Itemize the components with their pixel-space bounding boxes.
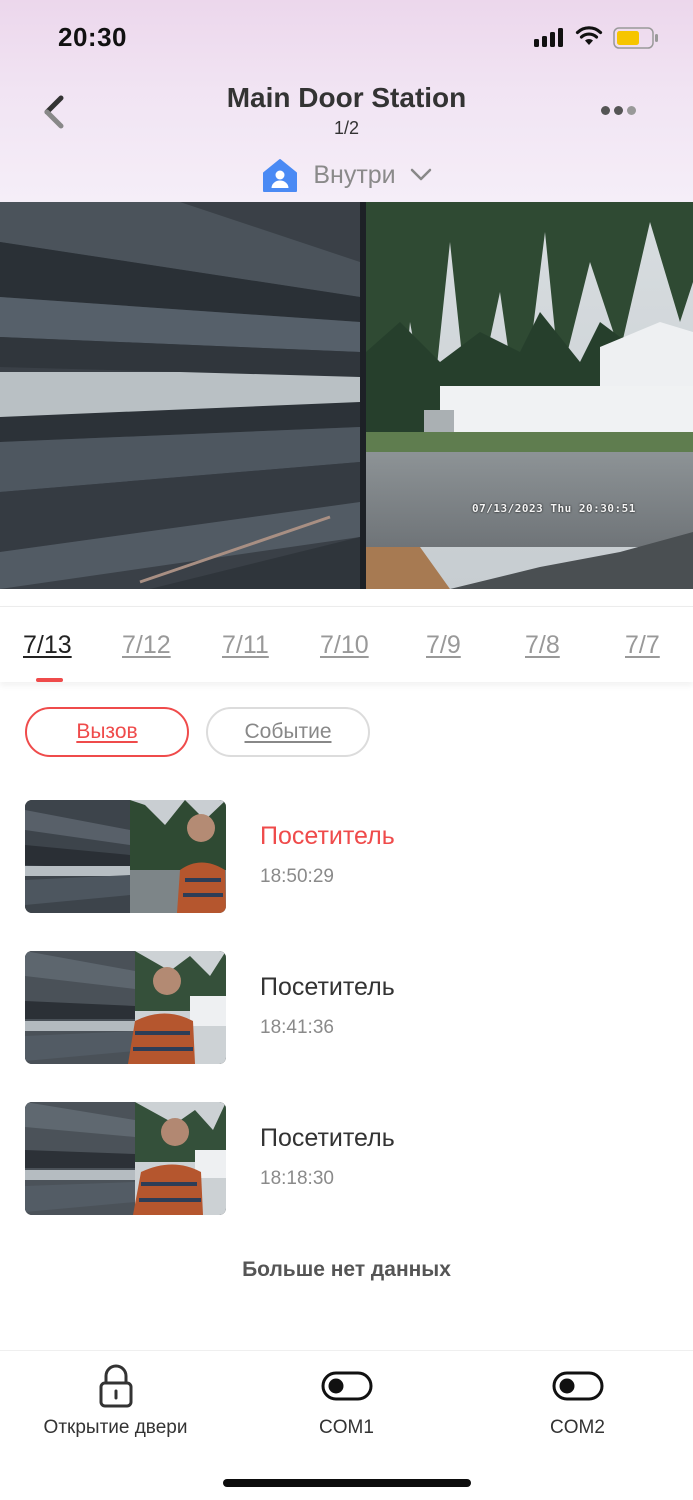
open-door-button[interactable]: Открытие двери [0,1363,231,1453]
com2-label: COM2 [550,1417,605,1438]
visitor-snapshot-thumbnail [25,1102,226,1215]
location-label: Внутри [313,160,396,189]
date-tab[interactable]: 7/10 [320,631,369,660]
camera-feed-image [0,202,693,589]
status-bar: 20:30 [0,0,693,70]
chevron-down-icon [410,168,431,181]
more-dot-icon [600,105,610,115]
date-tab[interactable]: 7/7 [625,631,660,660]
date-tab[interactable]: 7/12 [122,631,171,660]
live-video[interactable]: 07/13/2023 Thu 20:30:51 [0,202,693,589]
home-user-icon [263,159,298,192]
filter-call-button[interactable]: Вызов [25,707,189,757]
open-door-label: Открытие двери [43,1417,188,1438]
record-time: 18:41:36 [260,1017,334,1038]
date-tab[interactable]: 7/13 [23,631,72,660]
com1-label: COM1 [319,1417,374,1438]
list-item[interactable]: Посетитель 18:41:36 [25,951,675,1065]
com1-toggle[interactable]: COM1 [231,1363,462,1453]
more-dot-icon [626,105,636,115]
record-time: 18:18:30 [260,1168,334,1189]
bottom-action-bar: Открытие двери COM1 COM2 [0,1350,693,1500]
device-title: Main Door Station [226,82,467,113]
more-options-button[interactable] [594,98,642,122]
cellular-signal-icon [534,28,563,47]
record-title: Посетитель [260,1124,395,1152]
more-dot-icon [613,105,623,115]
date-tab[interactable]: 7/9 [426,631,461,660]
list-item[interactable]: Посетитель 18:50:29 [25,800,675,914]
toggle-off-icon [321,1371,372,1401]
status-time: 20:30 [58,22,127,52]
page-indicator: 1/2 [333,118,360,138]
home-indicator [223,1479,471,1487]
record-time: 18:50:29 [260,866,334,887]
date-tabs: 7/13 7/12 7/11 7/10 7/9 7/8 7/7 [0,606,693,682]
filter-event-button[interactable]: Событие [206,707,370,757]
location-selector[interactable]: Внутри [0,152,693,198]
toggle-off-icon [552,1371,603,1401]
date-tab[interactable]: 7/11 [222,631,269,660]
lock-icon [99,1364,132,1408]
video-timestamp: 07/13/2023 Thu 20:30:51 [472,502,636,515]
record-title: Посетитель [260,973,395,1001]
com2-toggle[interactable]: COM2 [462,1363,693,1453]
navigation-bar: Main Door Station 1/2 [0,70,693,150]
visitor-snapshot-thumbnail [25,800,226,913]
date-tab[interactable]: 7/8 [525,631,560,660]
battery-icon [613,27,658,49]
wifi-icon [575,26,603,45]
list-item[interactable]: Посетитель 18:18:30 [25,1102,675,1216]
active-tab-indicator [36,678,63,682]
record-title: Посетитель [260,822,395,850]
no-more-data-label: Больше нет данных [242,1258,451,1281]
visitor-snapshot-thumbnail [25,951,226,1064]
